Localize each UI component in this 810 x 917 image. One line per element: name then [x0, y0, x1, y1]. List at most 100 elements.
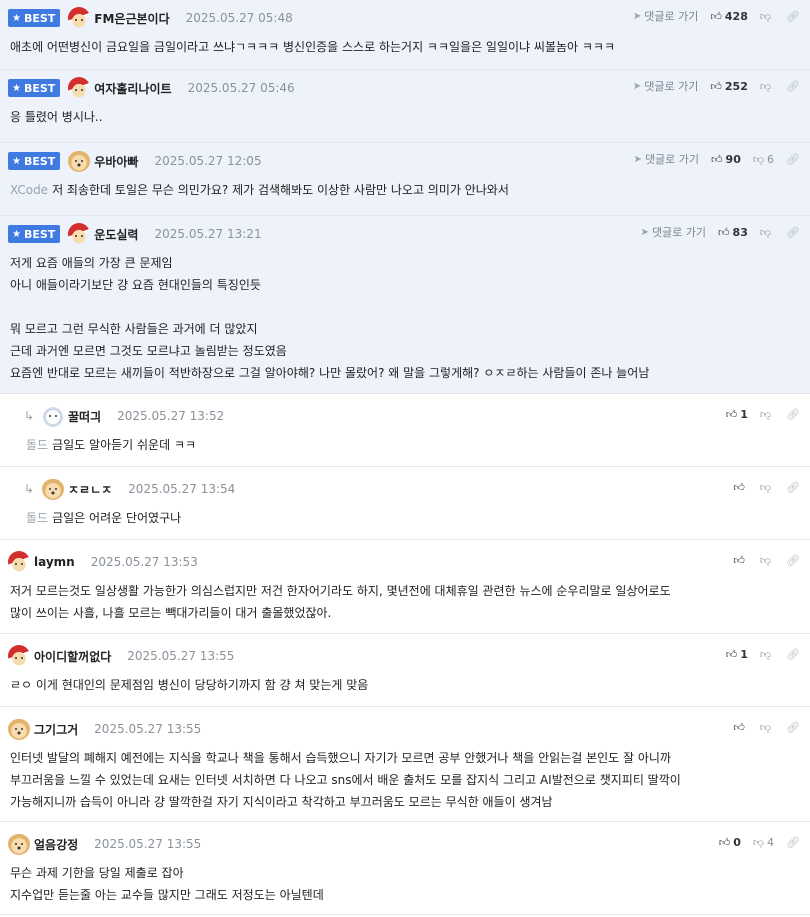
best-comment: ★ BEST 운도실력 2025.05.27 13:21 ➤ 댓글로 가기 👍︎ 83 👎︎ 🔗︎… — [0, 216, 810, 394]
nickname[interactable]: FM은근본이다 — [94, 10, 169, 27]
comment-header: ↳ 꿀떠긔 2025.05.27 13:52 👍︎ 1 👎︎ 🔗︎ — [24, 398, 802, 434]
nickname[interactable]: 우바아빠 — [94, 153, 138, 170]
comment-text: ㄹㅇ 이게 현대인의 문제점임 병신이 당당하기까지 함 걍 쳐 맞는게 맞음 — [10, 678, 369, 692]
upvote-button[interactable]: 👍︎ 428 — [710, 10, 747, 23]
nickname[interactable]: 운도실력 — [94, 226, 138, 243]
reply-arrow-icon: ↳ — [24, 482, 35, 496]
thumbs-up-icon: 👍︎ — [718, 225, 730, 239]
avatar[interactable] — [68, 150, 91, 172]
link-icon[interactable]: 🔗︎ — [786, 408, 800, 421]
downvote-button[interactable]: 👎︎ — [760, 408, 774, 421]
goto-comment-button[interactable]: ➤ 댓글로 가기 — [634, 151, 700, 167]
comment-header: 그기그거 2025.05.27 13:55 👍︎ 👎︎ 🔗︎ — [8, 711, 802, 747]
downvote-button[interactable]: 👎︎ — [760, 554, 774, 567]
upvote-button[interactable]: 👍︎ 1 — [726, 648, 748, 661]
nickname[interactable]: 그기그거 — [34, 721, 78, 738]
goto-comment-label: 댓글로 가기 — [644, 153, 700, 166]
link-icon[interactable]: 🔗︎ — [786, 153, 800, 166]
downvote-button[interactable]: 👎︎ 6 — [753, 153, 774, 166]
link-icon[interactable]: 🔗︎ — [786, 836, 800, 849]
thumbs-down-icon: 👎︎ — [759, 480, 772, 494]
comment-text: 지수업만 듣는줄 아는 교수들 많지만 그래도 저정도는 아닐텐데 — [10, 888, 324, 902]
comment: 그기그거 2025.05.27 13:55 👍︎ 👎︎ 🔗︎ 인터넷 발달의 폐해지 예전… — [0, 707, 810, 822]
comment-text: 응 틀렸어 병시나.. — [10, 110, 103, 124]
nickname[interactable]: laymn — [34, 555, 75, 569]
avatar[interactable] — [68, 7, 91, 29]
nickname[interactable]: ㅈㄹㄴㅈ — [68, 481, 112, 498]
avatar[interactable] — [42, 405, 64, 427]
link-icon[interactable]: 🔗︎ — [786, 10, 800, 23]
goto-comment-button[interactable]: ➤ 댓글로 가기 — [641, 224, 707, 240]
comment-body: 인터넷 발달의 폐해지 예전에는 지식을 학교나 책을 통해서 습득했으니 자기… — [8, 747, 802, 813]
comment-actions: 👍︎ 1 👎︎ 🔗︎ — [714, 638, 800, 670]
thumbs-down-icon: 👎︎ — [752, 152, 765, 166]
comment-date: 2025.05.27 13:53 — [90, 555, 198, 569]
downvote-button[interactable]: 👎︎ — [760, 10, 774, 23]
avatar[interactable] — [8, 833, 30, 855]
send-arrow-icon: ➤ — [640, 226, 649, 238]
upvote-button[interactable]: 👍︎ 83 — [718, 226, 748, 239]
reply-target-nick[interactable]: 돌드 — [26, 438, 48, 452]
reply-target-nick[interactable]: XCode — [10, 183, 48, 197]
downvote-button[interactable]: 👎︎ — [760, 80, 774, 93]
best-badge: ★ BEST — [8, 152, 61, 170]
upvote-button[interactable]: 👍︎ 252 — [710, 80, 747, 93]
goto-comment-label: 댓글로 가기 — [644, 10, 699, 23]
avatar[interactable] — [68, 223, 91, 245]
downvote-button[interactable]: 👎︎ — [760, 721, 774, 734]
nickname[interactable]: 꿀떠긔 — [68, 408, 101, 425]
link-icon[interactable]: 🔗︎ — [786, 648, 800, 661]
best-badge-label: BEST — [23, 227, 56, 241]
comment-line: 응 틀렸어 병시나.. — [10, 106, 802, 128]
link-icon[interactable]: 🔗︎ — [786, 226, 800, 239]
thumbs-up-icon: 👍︎ — [725, 407, 738, 421]
upvote-button[interactable]: 👍︎ — [733, 554, 748, 567]
comment-text: 부끄러움을 느낄 수 있었는데 요새는 인터넷 서치하면 다 나오고 sns에서… — [10, 773, 681, 787]
link-icon[interactable]: 🔗︎ — [786, 481, 800, 494]
upvote-button[interactable]: 👍︎ 1 — [726, 408, 748, 421]
link-icon[interactable]: 🔗︎ — [786, 721, 800, 734]
star-icon: ★ — [12, 228, 21, 240]
upvote-button[interactable]: 👍︎ 90 — [711, 153, 741, 166]
comment-body: 돌드 금일은 어려운 단어였구나 — [24, 507, 802, 529]
best-badge-label: BEST — [23, 11, 56, 25]
comment-body: XCode 저 죄송한데 토일은 무슨 의민가요? 제가 검색해봐도 이상한 사람… — [8, 179, 802, 201]
link-icon[interactable]: 🔗︎ — [786, 80, 800, 93]
upvote-button[interactable]: 👍︎ — [733, 481, 748, 494]
thumbs-down-icon: 👎︎ — [759, 79, 772, 93]
avatar[interactable] — [8, 718, 30, 740]
link-icon[interactable]: 🔗︎ — [786, 554, 800, 567]
best-badge: ★ BEST — [8, 225, 61, 243]
comment-line: 부끄러움을 느낄 수 있었는데 요새는 인터넷 서치하면 다 나오고 sns에서… — [10, 769, 802, 791]
star-icon: ★ — [12, 155, 21, 167]
upvote-button[interactable]: 👍︎ 0 — [719, 836, 741, 849]
best-badge: ★ BEST — [8, 9, 61, 27]
nickname[interactable]: 아이디할꺼없다 — [34, 648, 111, 665]
avatar[interactable] — [42, 478, 64, 500]
nickname[interactable]: 얼음강정 — [34, 836, 78, 853]
comment-date: 2025.05.27 05:46 — [187, 81, 295, 95]
downvote-button[interactable]: 👎︎ — [760, 481, 774, 494]
goto-comment-button[interactable]: ➤ 댓글로 가기 — [633, 78, 699, 94]
goto-comment-button[interactable]: ➤ 댓글로 가기 — [633, 8, 699, 24]
comment-text: 금일도 알아듣기 쉬운데 ㅋㅋ — [52, 438, 197, 452]
comment-header: 아이디할꺼없다 2025.05.27 13:55 👍︎ 1 👎︎ 🔗︎ — [8, 638, 802, 674]
goto-comment-label: 댓글로 가기 — [644, 80, 699, 93]
avatar[interactable] — [68, 77, 91, 99]
comment-actions: 👍︎ 1 👎︎ 🔗︎ — [714, 398, 800, 430]
upvote-count: 428 — [724, 9, 748, 23]
downvote-button[interactable]: 👎︎ — [760, 648, 774, 661]
thumbs-down-icon: 👎︎ — [759, 9, 772, 23]
avatar[interactable] — [8, 551, 30, 573]
comment-text: 요즘엔 반대로 모르는 새끼들이 적반하장으로 그걸 알아야해? 나만 몰랐어?… — [10, 366, 650, 380]
upvote-button[interactable]: 👍︎ — [733, 721, 748, 734]
downvote-button[interactable]: 👎︎ — [760, 226, 774, 239]
nickname[interactable]: 여자홀리나이트 — [94, 80, 171, 97]
reply-target-nick[interactable]: 돌드 — [26, 511, 48, 525]
comment-body: 저게 요즘 애들의 가장 큰 문제임 아니 애들이라기보단 걍 요즘 현대인들의 … — [8, 252, 802, 384]
best-badge: ★ BEST — [8, 79, 61, 97]
comment-line: XCode 저 죄송한데 토일은 무슨 의민가요? 제가 검색해봐도 이상한 사람… — [10, 179, 802, 201]
avatar[interactable] — [8, 645, 30, 667]
comment-header: ★ BEST 우바아빠 2025.05.27 12:05 ➤ 댓글로 가기 👍︎ 90 👎︎ 6 🔗… — [8, 143, 802, 179]
downvote-button[interactable]: 👎︎ 4 — [753, 836, 774, 849]
